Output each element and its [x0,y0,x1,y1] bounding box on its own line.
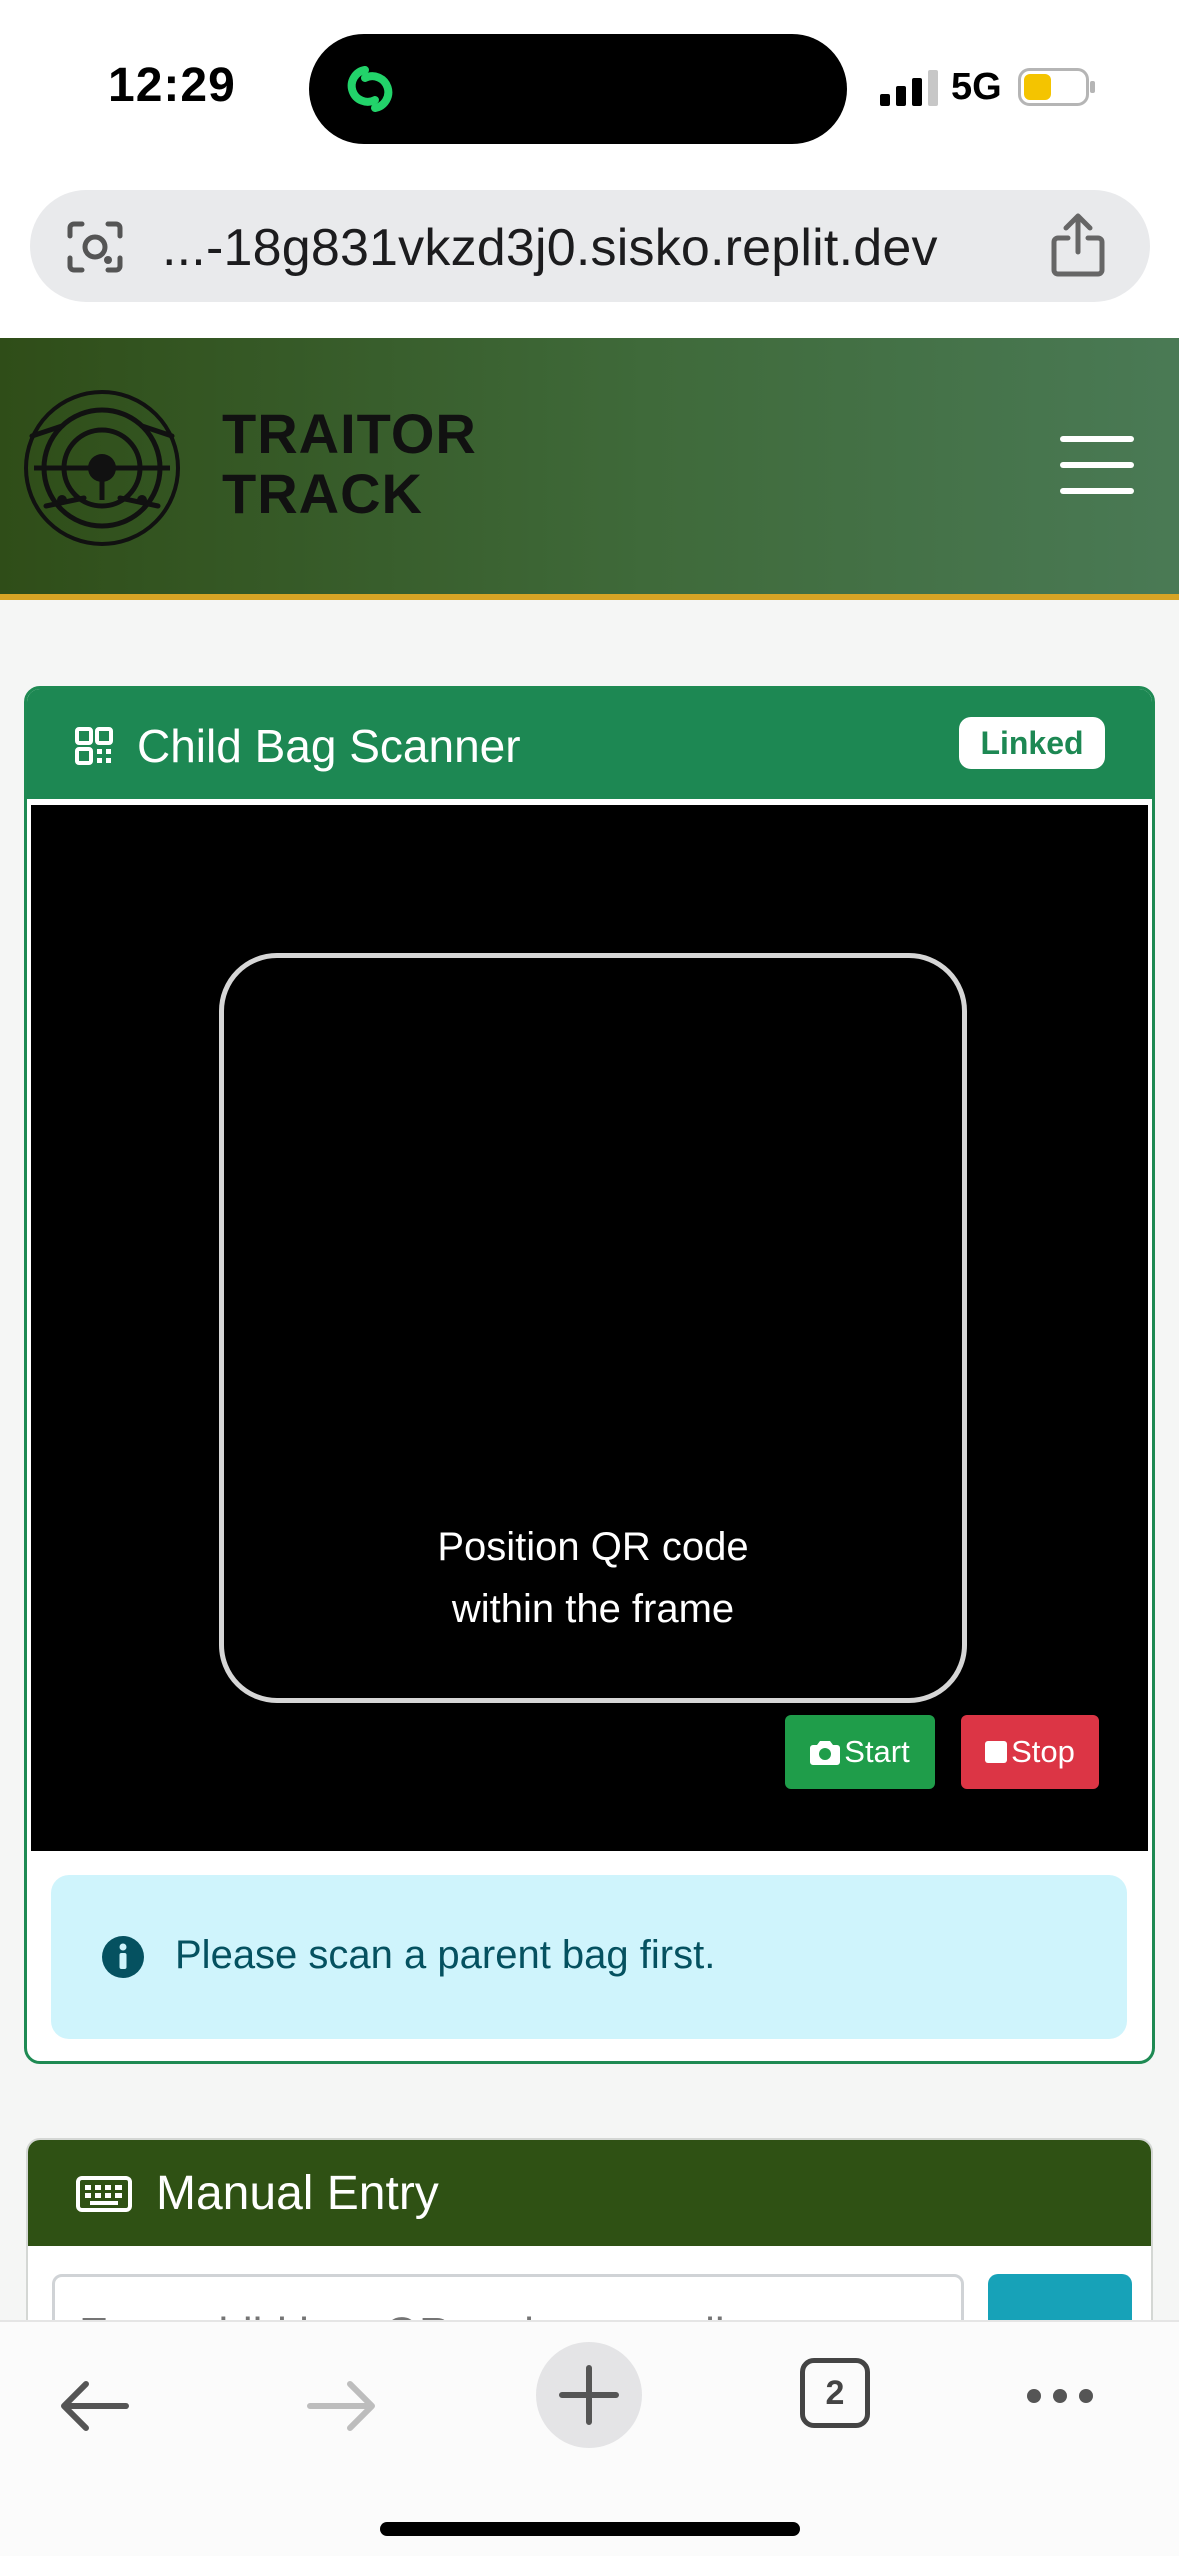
battery-icon [1018,68,1095,106]
signal-icon [880,70,938,106]
scan-frame: Position QR code within the frame [219,953,967,1703]
start-label: Start [844,1734,910,1769]
share-icon[interactable] [1050,212,1106,278]
browser-chrome: ...-18g831vkzd3j0.sisko.replit.dev [0,170,1179,338]
new-tab-button[interactable] [536,2342,642,2448]
tabs-button[interactable]: 2 [800,2358,870,2428]
menu-bar [1060,436,1134,442]
back-arrow-icon[interactable] [56,2376,132,2436]
home-indicator [380,2522,800,2536]
stop-camera-button[interactable]: Stop [961,1715,1099,1789]
camera-icon [810,1741,841,1765]
scanner-card-header: Child Bag Scanner Linked [27,689,1152,799]
scanner-card: Child Bag Scanner Linked Position QR cod… [24,686,1155,2064]
scan-hint: Position QR code within the frame [437,1525,749,1631]
network-type: 5G [951,66,1002,108]
link-app-icon [347,66,393,112]
qrcode-icon [75,727,113,765]
brand-line-2: TRACK [222,462,423,525]
camera-lens-icon[interactable] [66,220,124,274]
alert-message: Please scan a parent bag first. [175,1933,716,1977]
status-time: 12:29 [108,59,236,112]
app-header: TRAITOR TRACK [0,338,1179,600]
url-text[interactable]: ...-18g831vkzd3j0.sisko.replit.dev [162,218,938,278]
radar-logo-icon[interactable] [22,388,182,548]
brand-line-1: TRAITOR [222,402,477,465]
info-circle-icon [102,1936,144,1978]
info-alert: Please scan a parent bag first. [51,1875,1127,2039]
forward-arrow-icon[interactable] [304,2376,380,2436]
menu-bar [1060,488,1134,494]
plus-icon [559,2365,619,2425]
scanner-title: Child Bag Scanner [137,720,521,772]
keyboard-icon [76,2176,132,2212]
menu-button[interactable] [1060,436,1134,496]
status-bar: 12:29 5G [0,0,1179,170]
more-dots-icon[interactable] [1024,2386,1096,2406]
browser-toolbar: 2 [0,2320,1179,2556]
camera-viewport[interactable]: Position QR code within the frame Start … [31,805,1148,1851]
stop-square-icon [985,1741,1008,1763]
start-camera-button[interactable]: Start [785,1715,935,1789]
dynamic-island [309,34,847,144]
address-bar[interactable]: ...-18g831vkzd3j0.sisko.replit.dev [30,190,1150,302]
menu-bar [1060,462,1134,468]
brand-name[interactable]: TRAITOR TRACK [222,404,477,524]
manual-entry-title: Manual Entry [156,2167,439,2220]
stop-label: Stop [1011,1734,1075,1769]
linked-badge: Linked [959,717,1105,769]
manual-entry-header: Manual Entry [28,2140,1151,2246]
